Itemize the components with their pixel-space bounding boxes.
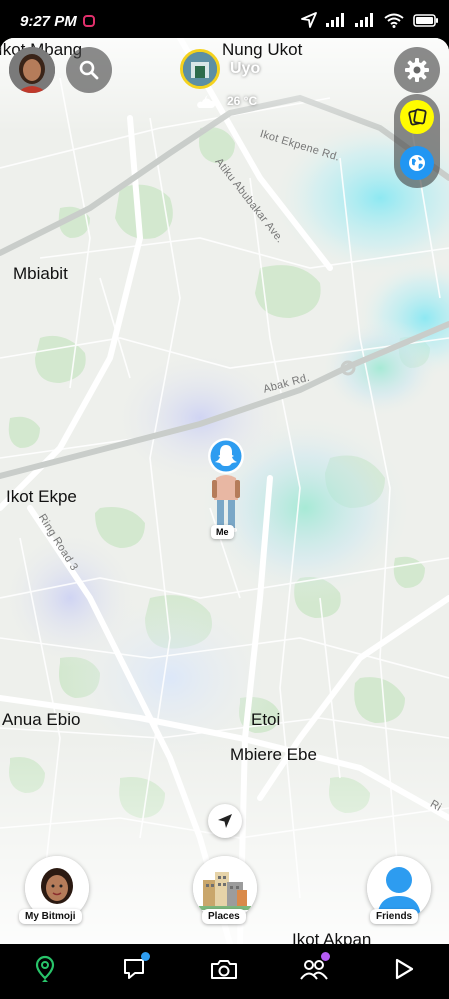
- city-story-thumbnail[interactable]: [180, 49, 220, 89]
- status-icons: [301, 12, 439, 28]
- nav-map-button[interactable]: [30, 954, 60, 984]
- camera-icon: [211, 960, 237, 979]
- nav-friends-button[interactable]: [299, 952, 330, 984]
- globe-icon: [409, 155, 425, 171]
- locate-me-button[interactable]: [208, 804, 242, 838]
- search-icon: [79, 60, 99, 80]
- globe-button[interactable]: [400, 146, 434, 180]
- cards-icon: [408, 108, 427, 126]
- memories-button[interactable]: [400, 100, 434, 134]
- me-label: Me: [211, 525, 234, 539]
- search-button[interactable]: [66, 47, 112, 93]
- my-bitmoji-label: My Bitmoji: [19, 909, 82, 924]
- place-label-mbiere-ebe: Mbiere Ebe: [230, 745, 317, 764]
- place-label-etoi: Etoi: [251, 710, 281, 729]
- map-layer-controls: [394, 94, 440, 188]
- place-label-ikot-ekpe: Ikot Ekpe: [6, 487, 77, 506]
- city-name: Uyo: [230, 60, 261, 77]
- gear-icon: [405, 58, 429, 82]
- moon-cloud-icon: [197, 95, 216, 108]
- signal-icon: [326, 13, 344, 27]
- map-pin-icon: [35, 955, 55, 982]
- chat-notification-dot: [141, 952, 150, 961]
- place-label-anua-ebio: Anua Ebio: [2, 710, 81, 729]
- places-label: Places: [202, 909, 246, 924]
- instagram-icon: [83, 15, 95, 27]
- chat-icon: [124, 959, 144, 979]
- weather-info: 26 °C: [196, 93, 257, 109]
- wifi-icon: [384, 13, 404, 28]
- city-header[interactable]: Uyo: [180, 49, 260, 89]
- temperature-text: 26 °C: [227, 94, 258, 108]
- location-arrow-icon: [301, 12, 317, 28]
- play-icon: [395, 958, 414, 980]
- friends-label: Friends: [370, 909, 419, 924]
- settings-button[interactable]: [394, 47, 440, 93]
- bottom-nav-bar: [0, 944, 449, 999]
- story-image-icon: [183, 52, 217, 86]
- status-time: 9:27 PM: [20, 13, 77, 30]
- place-label-ikot-akpan: Ikot Akpan: [292, 930, 372, 944]
- avatar-bitmoji-icon: [9, 47, 55, 93]
- place-label-mbiabit: Mbiabit: [13, 264, 68, 283]
- friends-notification-dot: [321, 952, 330, 961]
- status-bar: 9:27 PM: [0, 0, 449, 38]
- profile-avatar[interactable]: [9, 47, 55, 93]
- nav-chat-button[interactable]: [119, 952, 150, 984]
- nav-discover-button[interactable]: [389, 954, 419, 984]
- nav-camera-button[interactable]: [209, 954, 239, 984]
- map-view[interactable]: Nung Ukot Ikot Mbang Mbiabit Ikot Ekpe A…: [0, 38, 449, 944]
- signal-icon-2: [355, 13, 373, 27]
- navigation-arrow-icon: [218, 814, 232, 828]
- battery-icon: [413, 13, 438, 27]
